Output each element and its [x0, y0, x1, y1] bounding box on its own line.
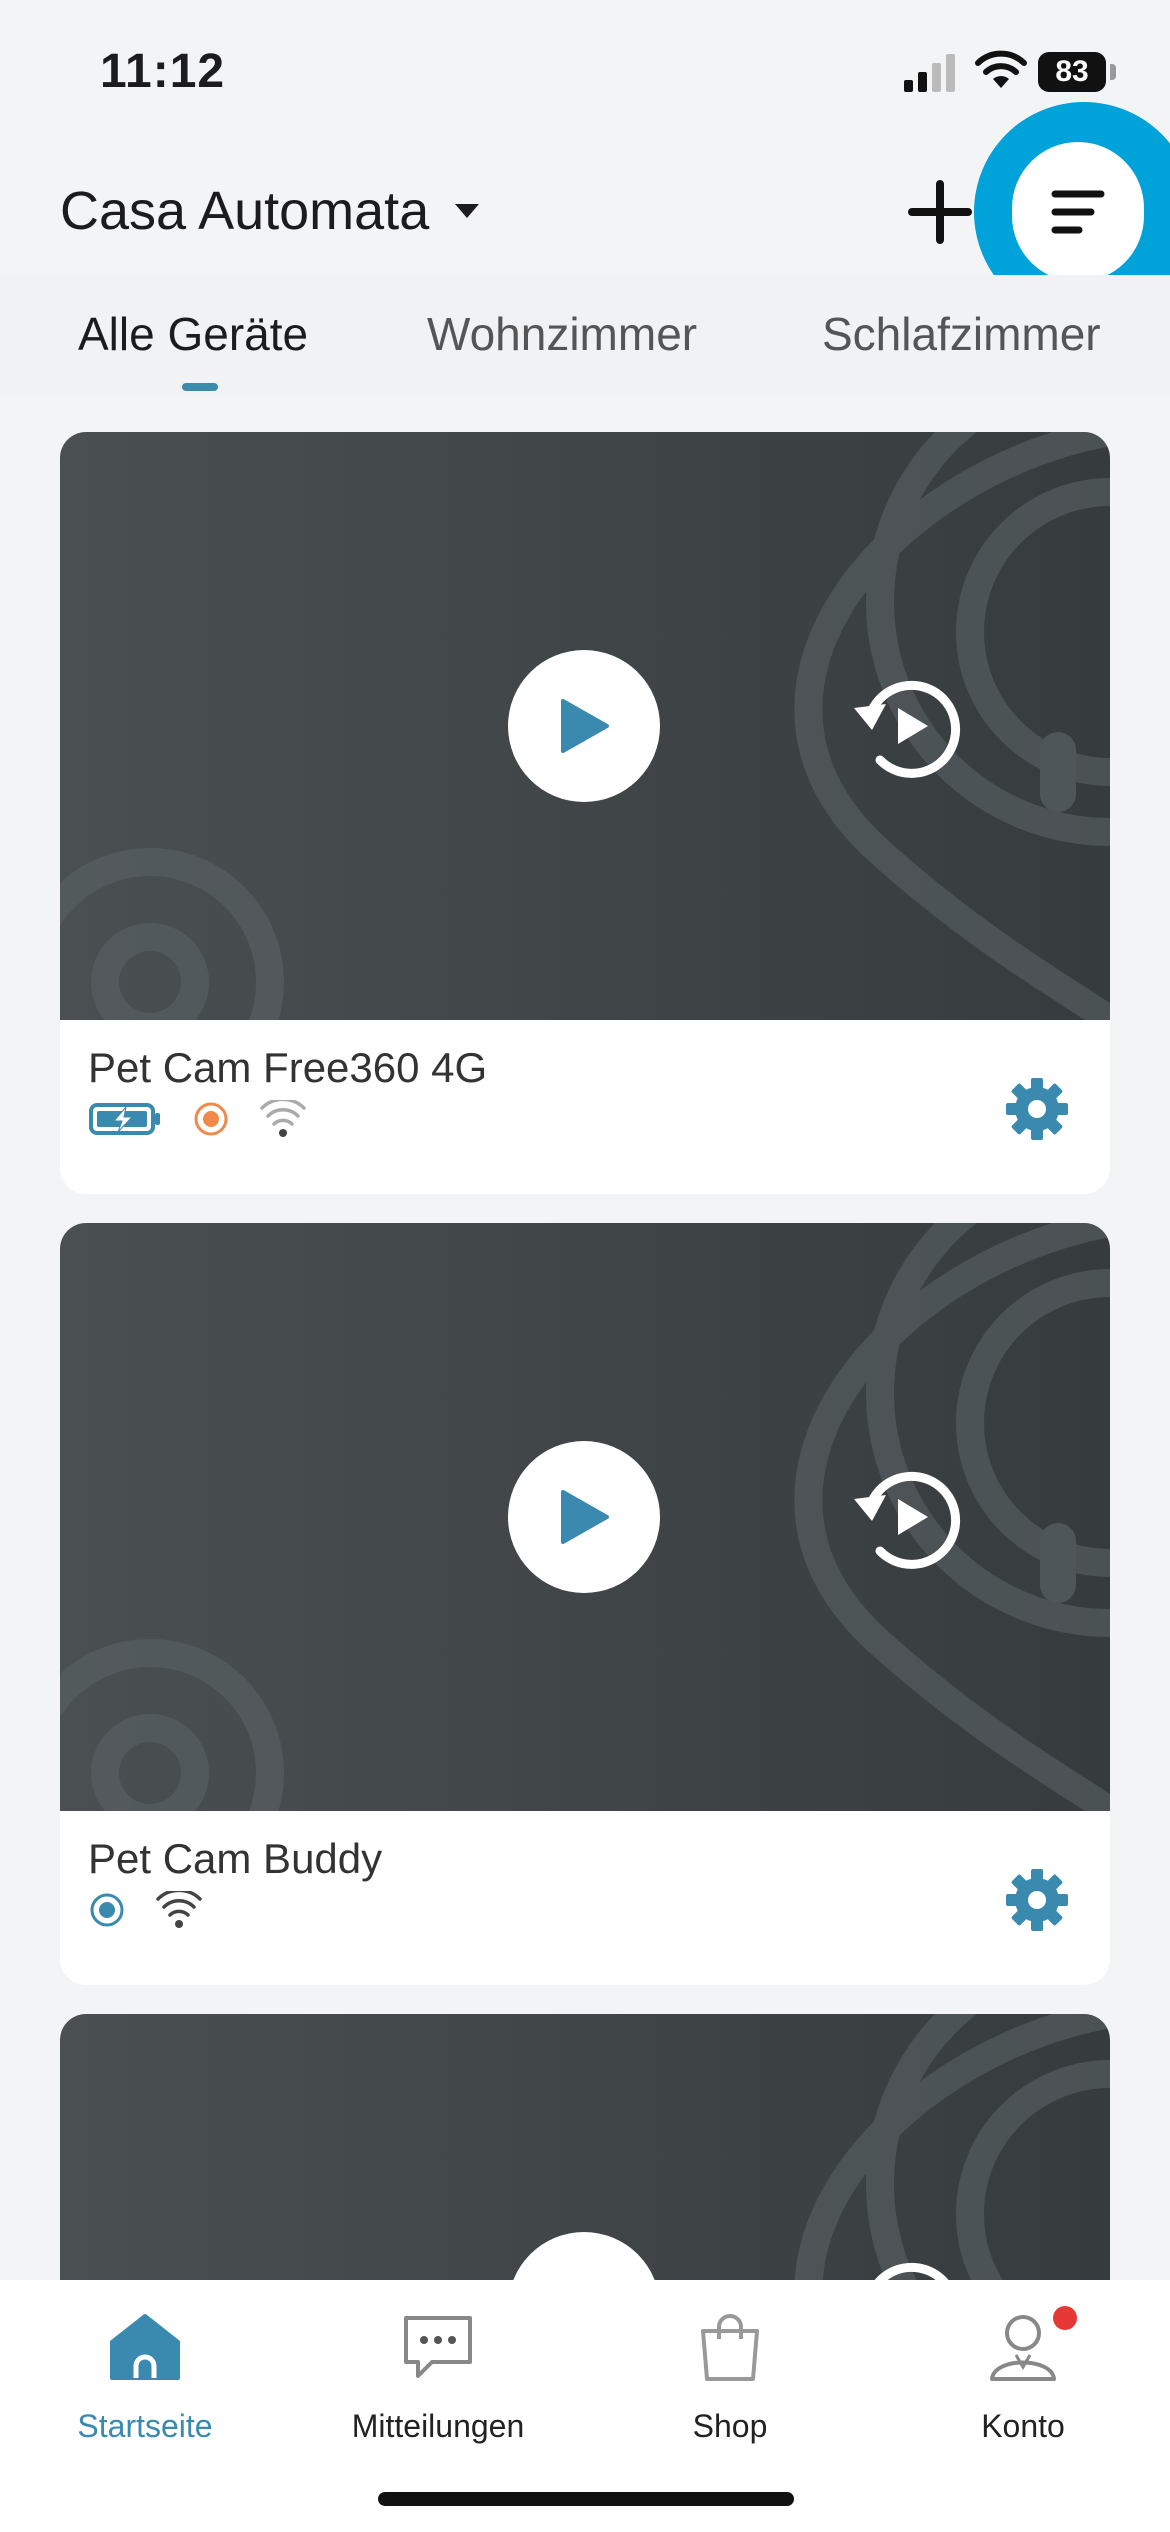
play-icon — [561, 1490, 609, 1544]
device-status-icons — [88, 1891, 202, 1929]
nav-messages[interactable]: Mitteilungen — [323, 2292, 553, 2445]
chat-bubble-icon — [404, 2316, 472, 2378]
device-card[interactable]: Pet Cam Free360 4G — [60, 432, 1110, 1194]
nav-label: Shop — [692, 2408, 768, 2444]
nav-label: Mitteilungen — [351, 2408, 525, 2444]
play-button[interactable] — [508, 1441, 660, 1593]
wifi-status-icon — [975, 50, 1027, 88]
home-icon — [110, 2314, 180, 2380]
camera-preview[interactable] — [60, 432, 1110, 1020]
camera-preview[interactable] — [60, 1223, 1110, 1811]
tab-living-room[interactable]: Wohnzimmer — [427, 307, 697, 361]
recording-icon — [194, 1102, 228, 1136]
nav-shop[interactable]: Shop — [615, 2292, 845, 2445]
tab-bedroom[interactable]: Schlafzimmer — [822, 307, 1101, 361]
status-bar: 11:12 83 — [0, 0, 1170, 150]
shopping-bag-icon — [701, 2314, 759, 2381]
play-icon — [561, 699, 609, 753]
recording-icon — [90, 1893, 124, 1927]
home-selector[interactable]: Casa Automata — [60, 180, 481, 242]
battery-charging-icon — [89, 1103, 160, 1135]
device-name: Pet Cam Buddy — [88, 1835, 383, 1882]
status-time: 11:12 — [100, 45, 226, 98]
home-indicator — [378, 2492, 794, 2506]
home-name: Casa Automata — [60, 181, 430, 241]
nav-label: Konto — [981, 2408, 1065, 2444]
room-tabs: Alle Geräte Wohnzimmer Schlafzimmer — [0, 275, 1170, 395]
wifi-signal-icon — [260, 1100, 306, 1137]
menu-button[interactable] — [1012, 142, 1144, 282]
replay-icon[interactable] — [840, 1451, 970, 1581]
device-name: Pet Cam Free360 4G — [88, 1044, 488, 1091]
device-card[interactable]: Pet Cam Buddy — [60, 1223, 1110, 1985]
battery-indicator: 83 — [1038, 52, 1106, 92]
cellular-signal-icon — [904, 54, 955, 92]
nav-label: Startseite — [77, 2408, 213, 2444]
tab-all-devices[interactable]: Alle Geräte — [78, 307, 308, 361]
add-device-button[interactable] — [900, 172, 980, 252]
caret-down-icon — [455, 204, 480, 218]
settings-gear-icon[interactable] — [1002, 1865, 1072, 1935]
device-status-icons — [88, 1100, 306, 1138]
device-card[interactable] — [60, 2014, 1110, 2314]
replay-icon[interactable] — [840, 660, 970, 790]
app-header: Casa Automata — [0, 102, 1170, 322]
active-tab-indicator — [182, 383, 218, 391]
settings-gear-icon[interactable] — [1002, 1074, 1072, 1144]
play-button[interactable] — [508, 650, 660, 802]
wifi-signal-icon — [156, 1891, 202, 1928]
nav-home[interactable]: Startseite — [30, 2292, 260, 2445]
user-icon — [990, 2315, 1056, 2381]
menu-lines-icon — [1051, 190, 1105, 234]
notification-badge — [1053, 2306, 1077, 2330]
battery-nub — [1110, 64, 1116, 80]
camera-preview[interactable] — [60, 2014, 1110, 2314]
nav-account[interactable]: Konto — [908, 2292, 1138, 2445]
